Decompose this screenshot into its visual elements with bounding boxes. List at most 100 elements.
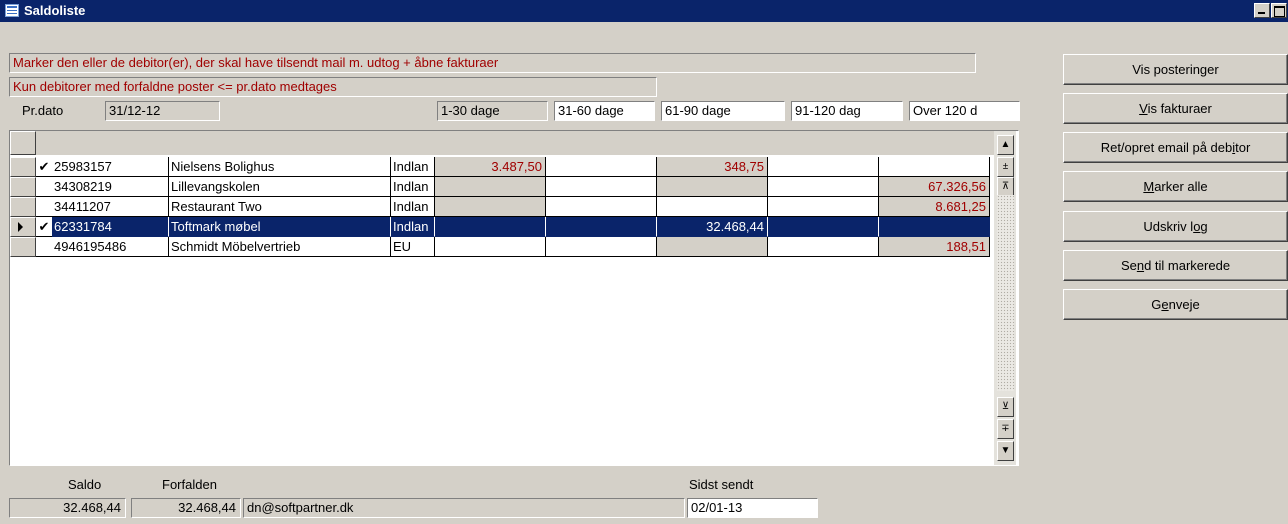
table-row[interactable]: ✔ 25983157 Nielsens Bolighus Indlan 3.48… [10,157,990,177]
email-field: dn@softpartner.dk [243,498,685,518]
row-check-mark[interactable] [36,177,52,197]
cell-91-120 [768,197,879,217]
ret-opret-email-button[interactable]: Ret/opret email på debitor [1063,132,1288,163]
cell-over-120: 67.326,56 [879,177,990,197]
current-row-arrow-icon [18,222,23,232]
grid-select-all-corner[interactable] [10,131,36,155]
sidst-sendt-field[interactable]: 02/01-13 [687,498,818,518]
cell-1-30 [435,197,546,217]
cell-61-90: 32.468,44 [657,217,768,237]
table-row[interactable]: 4946195486 Schmidt Möbelvertrieb EU 188,… [10,237,990,257]
send-til-markerede-button[interactable]: Send til markerede [1063,250,1288,281]
row-selector[interactable] [10,157,36,177]
label-part: Se [1120,258,1137,273]
access-key: M [1143,179,1155,194]
table-row[interactable]: 34308219 Lillevangskolen Indlan 67.326,5… [10,177,990,197]
prdato-field: 31/12-12 [105,101,220,121]
row-check-mark[interactable]: ✔ [36,217,52,237]
cell-name: Schmidt Möbelvertrieb [169,237,391,257]
col-header-1-30: 1-30 dage [437,101,548,121]
row-selector[interactable] [10,197,36,217]
row-check-mark[interactable] [36,237,52,257]
list-window-icon [5,4,19,17]
cell-type: Indlan [391,217,435,237]
minimize-button[interactable] [1254,3,1270,18]
row-selector[interactable] [10,177,36,197]
table-row-selected[interactable]: ✔ 62331784 Toftmark møbel Indlan 32.468,… [10,217,990,237]
cell-name: Restaurant Two [169,197,391,217]
cell-over-120: 188,51 [879,237,990,257]
cell-31-60 [546,177,657,197]
cell-1-30 [435,177,546,197]
access-key: V [1139,101,1148,116]
cell-31-60 [546,217,657,237]
table-row[interactable]: 34411207 Restaurant Two Indlan 8.681,25 [10,197,990,217]
marker-alle-button[interactable]: Marker alle [1063,171,1288,202]
cell-31-60 [546,237,657,257]
grid-header-row [10,131,996,155]
row-selector[interactable] [10,237,36,257]
label-part: arker alle [1154,179,1208,194]
cell-type: Indlan [391,177,435,197]
page-up-button[interactable]: ± [997,157,1014,177]
label-part: d til markerede [1144,258,1231,273]
maximize-button[interactable] [1271,3,1287,18]
page-down-button[interactable]: ∓ [997,419,1014,439]
col-header-31-60: 31-60 dage [554,101,655,121]
cell-type: Indlan [391,197,435,217]
cell-name: Nielsens Bolighus [169,157,391,177]
label-part: nveje [1168,297,1200,312]
cell-debitor-nr: 62331784 [52,217,169,237]
label-part: is fakturaer [1147,101,1212,116]
prdato-label: Pr.dato [22,103,64,118]
forfalden-label: Forfalden [162,477,217,492]
label-part: Udskriv l [1143,219,1194,234]
cell-61-90: 348,75 [657,157,768,177]
cell-31-60 [546,157,657,177]
window-title: Saldoliste [24,3,86,18]
cell-debitor-nr: 34308219 [52,177,169,197]
debitor-grid[interactable]: ✔ 25983157 Nielsens Bolighus Indlan 3.48… [9,130,1019,466]
cell-name: Toftmark møbel [169,217,391,237]
label-part: G [1151,297,1162,312]
col-header-61-90: 61-90 dage [661,101,785,121]
row-check-mark[interactable]: ✔ [36,157,52,177]
cell-91-120 [768,217,879,237]
scroll-down-button[interactable]: ▼ [997,441,1014,461]
cell-1-30 [435,217,546,237]
cell-over-120: 8.681,25 [879,197,990,217]
cell-debitor-nr: 4946195486 [52,237,169,257]
genveje-button[interactable]: Genveje [1063,289,1288,320]
scroll-up-button[interactable]: ▲ [997,135,1014,155]
sidst-sendt-label: Sidst sendt [689,477,754,492]
cell-type: Indlan [391,157,435,177]
label-part: Ret/opret email på deb [1100,140,1233,155]
title-bar: Saldoliste [0,0,1288,22]
udskriv-log-button[interactable]: Udskriv log [1063,211,1288,242]
saldo-label: Saldo [68,477,102,492]
cell-over-120 [879,217,990,237]
cell-1-30 [435,237,546,257]
cell-type: EU [391,237,435,257]
cell-91-120 [768,157,879,177]
cell-1-30: 3.487,50 [435,157,546,177]
cell-91-120 [768,237,879,257]
cell-over-120 [879,157,990,177]
label-part: g [1200,219,1208,234]
scroll-track[interactable] [997,195,1014,391]
cell-91-120 [768,177,879,197]
forfalden-field: 32.468,44 [131,498,241,518]
saldo-field: 32.468,44 [9,498,126,518]
cell-61-90 [657,197,768,217]
info-line-2: Kun debitorer med forfaldne poster <= pr… [9,77,657,97]
row-check-mark[interactable] [36,197,52,217]
scroll-bottom-button[interactable]: ⊻ [997,397,1014,417]
scroll-top-button[interactable]: ⊼ [997,177,1014,197]
row-selector[interactable] [10,217,36,237]
vis-posteringer-label: Vis posteringer [1132,62,1219,77]
vis-fakturaer-button[interactable]: Vis fakturaer [1063,93,1288,124]
label-part: tor [1235,140,1251,155]
cell-61-90 [657,177,768,197]
grid-vertical-scrollbar[interactable]: ▲ ± ⊼ ⊻ ∓ ▼ [994,131,1016,465]
vis-posteringer-button[interactable]: Vis posteringer [1063,54,1288,85]
